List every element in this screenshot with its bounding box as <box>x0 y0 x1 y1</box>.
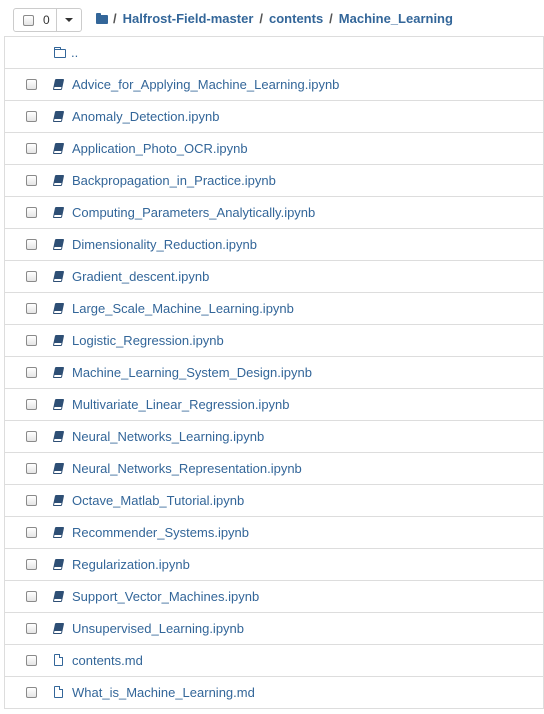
breadcrumb-item-machine-learning[interactable]: Machine_Learning <box>339 11 453 26</box>
item-link[interactable]: Multivariate_Linear_Regression.ipynb <box>72 397 290 412</box>
list-item[interactable]: Anomaly_Detection.ipynb <box>5 101 543 133</box>
breadcrumb-item-contents[interactable]: contents <box>269 11 323 26</box>
list-item[interactable]: Dimensionality_Reduction.ipynb <box>5 229 543 261</box>
list-item[interactable]: Application_Photo_OCR.ipynb <box>5 133 543 165</box>
item-link[interactable]: Unsupervised_Learning.ipynb <box>72 621 244 636</box>
row-checkbox[interactable] <box>26 335 37 346</box>
row-checkbox[interactable] <box>26 527 37 538</box>
row-checkbox[interactable] <box>26 623 37 634</box>
notebook-icon <box>52 622 65 637</box>
breadcrumb-separator: / <box>259 11 263 26</box>
notebook-icon <box>52 206 65 221</box>
list-item[interactable]: Octave_Matlab_Tutorial.ipynb <box>5 485 543 517</box>
row-checkbox[interactable] <box>26 79 37 90</box>
list-item[interactable]: Large_Scale_Machine_Learning.ipynb <box>5 293 543 325</box>
notebook-icon <box>52 366 65 381</box>
list-item[interactable]: Logistic_Regression.ipynb <box>5 325 543 357</box>
item-link[interactable]: What_is_Machine_Learning.md <box>72 685 255 700</box>
item-link[interactable]: Gradient_descent.ipynb <box>72 269 209 284</box>
item-link[interactable]: Anomaly_Detection.ipynb <box>72 109 219 124</box>
row-checkbox[interactable] <box>26 559 37 570</box>
notebook-icon <box>52 430 65 445</box>
list-item[interactable]: Unsupervised_Learning.ipynb <box>5 613 543 645</box>
notebook-icon <box>52 494 65 509</box>
notebook-icon <box>52 142 65 157</box>
list-item[interactable]: Support_Vector_Machines.ipynb <box>5 581 543 613</box>
list-item[interactable]: Neural_Networks_Learning.ipynb <box>5 421 543 453</box>
selected-count: 0 <box>43 13 50 27</box>
list-item[interactable]: What_is_Machine_Learning.md <box>5 677 543 709</box>
notebook-icon <box>52 238 65 253</box>
item-link[interactable]: Large_Scale_Machine_Learning.ipynb <box>72 301 294 316</box>
parent-directory-row[interactable]: .. <box>5 37 543 69</box>
file-icon <box>54 686 63 701</box>
row-checkbox[interactable] <box>26 687 37 698</box>
list-item[interactable]: Regularization.ipynb <box>5 549 543 581</box>
row-checkbox[interactable] <box>26 463 37 474</box>
item-link[interactable]: Advice_for_Applying_Machine_Learning.ipy… <box>72 77 339 92</box>
folder-icon <box>54 46 66 61</box>
list-item[interactable]: Advice_for_Applying_Machine_Learning.ipy… <box>5 69 543 101</box>
row-checkbox[interactable] <box>26 271 37 282</box>
row-checkbox[interactable] <box>26 207 37 218</box>
row-checkbox[interactable] <box>26 655 37 666</box>
row-checkbox[interactable] <box>26 239 37 250</box>
row-checkbox[interactable] <box>26 399 37 410</box>
notebook-icon <box>52 302 65 317</box>
list-item[interactable]: contents.md <box>5 645 543 677</box>
item-link[interactable]: Computing_Parameters_Analytically.ipynb <box>72 205 315 220</box>
row-checkbox[interactable] <box>26 143 37 154</box>
notebook-icon <box>52 174 65 189</box>
breadcrumb: / Halfrost-Field-master / contents / Mac… <box>96 11 459 26</box>
item-link[interactable]: Backpropagation_in_Practice.ipynb <box>72 173 276 188</box>
breadcrumb-item-halfrost-field-master[interactable]: Halfrost-Field-master <box>123 11 254 26</box>
notebook-icon <box>52 398 65 413</box>
caret-down-icon <box>64 18 73 22</box>
file-browser-header: 0 / Halfrost-Field-master / contents / M… <box>0 0 544 36</box>
breadcrumb-separator: / <box>329 11 333 26</box>
list-item[interactable]: Backpropagation_in_Practice.ipynb <box>5 165 543 197</box>
row-checkbox[interactable] <box>26 175 37 186</box>
item-link[interactable]: Machine_Learning_System_Design.ipynb <box>72 365 312 380</box>
notebook-icon <box>52 334 65 349</box>
list-item[interactable]: Computing_Parameters_Analytically.ipynb <box>5 197 543 229</box>
item-link[interactable]: Support_Vector_Machines.ipynb <box>72 589 259 604</box>
select-all-control[interactable]: 0 <box>14 9 57 31</box>
folder-icon[interactable] <box>96 12 108 24</box>
select-dropdown-toggle[interactable] <box>57 9 81 31</box>
item-link[interactable]: Regularization.ipynb <box>72 557 190 572</box>
notebook-icon <box>52 590 65 605</box>
notebook-icon <box>52 462 65 477</box>
row-checkbox[interactable] <box>26 431 37 442</box>
item-link[interactable]: Octave_Matlab_Tutorial.ipynb <box>72 493 244 508</box>
notebook-icon <box>52 558 65 573</box>
list-item[interactable]: Multivariate_Linear_Regression.ipynb <box>5 389 543 421</box>
parent-directory-link[interactable]: .. <box>71 45 78 60</box>
list-item[interactable]: Gradient_descent.ipynb <box>5 261 543 293</box>
file-list: .. Advice_for_Applying_Machine_Learning.… <box>4 36 544 709</box>
row-checkbox[interactable] <box>26 367 37 378</box>
list-item[interactable]: Neural_Networks_Representation.ipynb <box>5 453 543 485</box>
row-checkbox[interactable] <box>26 591 37 602</box>
row-checkbox[interactable] <box>26 303 37 314</box>
item-link[interactable]: contents.md <box>72 653 143 668</box>
select-all-checkbox[interactable] <box>23 14 34 26</box>
notebook-icon <box>52 110 65 125</box>
list-item[interactable]: Recommender_Systems.ipynb <box>5 517 543 549</box>
list-item[interactable]: Machine_Learning_System_Design.ipynb <box>5 357 543 389</box>
item-link[interactable]: Logistic_Regression.ipynb <box>72 333 224 348</box>
row-checkbox[interactable] <box>26 111 37 122</box>
item-link[interactable]: Application_Photo_OCR.ipynb <box>72 141 248 156</box>
item-link[interactable]: Recommender_Systems.ipynb <box>72 525 249 540</box>
item-link[interactable]: Dimensionality_Reduction.ipynb <box>72 237 257 252</box>
breadcrumb-separator: / <box>113 11 117 26</box>
item-link[interactable]: Neural_Networks_Representation.ipynb <box>72 461 302 476</box>
notebook-icon <box>52 270 65 285</box>
select-dropdown: 0 <box>13 8 82 32</box>
file-icon <box>54 654 63 669</box>
notebook-icon <box>52 526 65 541</box>
notebook-icon <box>52 78 65 93</box>
row-checkbox[interactable] <box>26 495 37 506</box>
item-link[interactable]: Neural_Networks_Learning.ipynb <box>72 429 264 444</box>
